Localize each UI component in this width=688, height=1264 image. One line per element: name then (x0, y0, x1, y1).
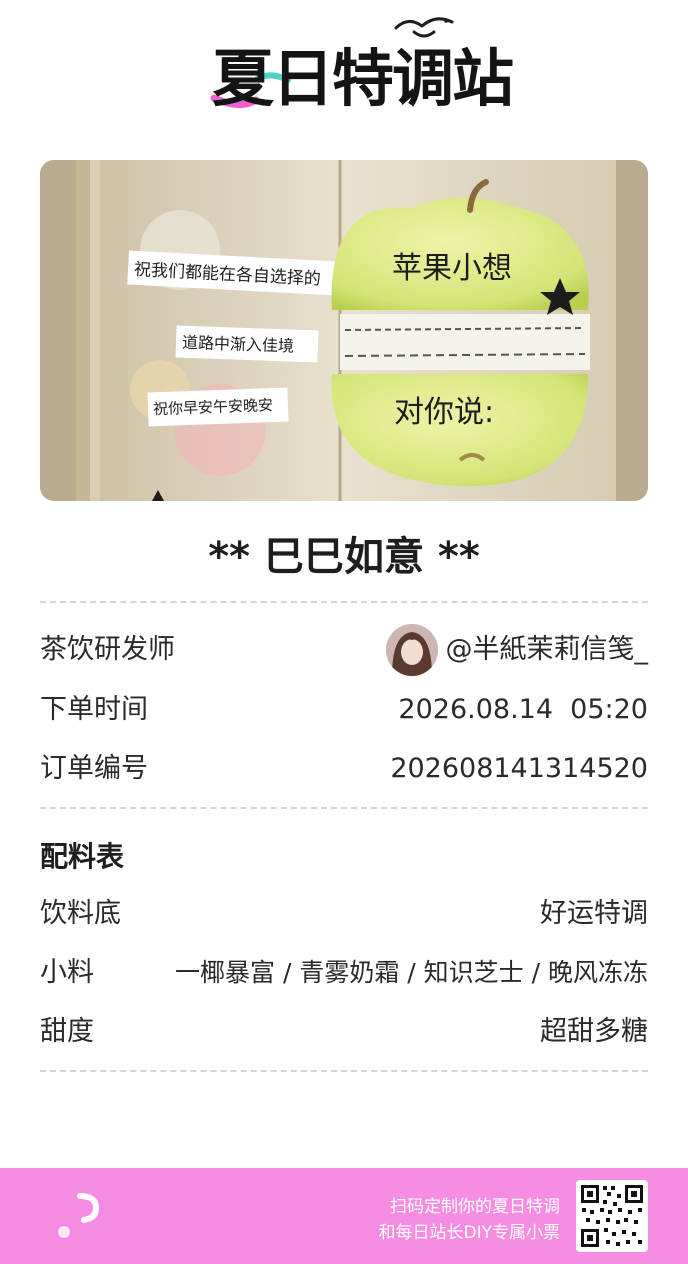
seagull-icon (394, 17, 454, 38)
sweetness-value: 超甜多糖 (540, 1016, 648, 1047)
toppings-value: 一椰暴富 / 青雾奶霜 / 知识芝士 / 晚风冻冻 (175, 958, 648, 987)
sweetness-row: 甜度 超甜多糖 (40, 1012, 648, 1052)
order-id-row: 订单编号 202608141314520 (40, 749, 648, 789)
photo-note-strip-3: 祝你早安午安晚安 (147, 387, 289, 427)
sweetness-label: 甜度 (40, 1016, 94, 1047)
footer-line-2: 和每日站长DIY专属小票 (378, 1223, 561, 1243)
order-time-label: 下单时间 (40, 694, 148, 725)
creator-info[interactable]: @半紙茉莉信笺_ (385, 624, 649, 676)
svg-text:苹果小想: 苹果小想 (392, 251, 512, 286)
logo-title: 夏日特调站 (212, 42, 514, 115)
divider (40, 601, 648, 603)
divider (40, 807, 648, 809)
base-label: 饮料底 (40, 898, 121, 929)
creator-row: 茶饮研发师 @半紙茉莉信笺_ (40, 624, 648, 676)
svg-text:对你说:: 对你说: (394, 395, 494, 430)
hero-photo: 祝我们都能在各自选择的 道路中渐入佳境 祝你早安午安晚安 苹果小想 对你说: (40, 160, 648, 501)
order-id-label: 订单编号 (40, 753, 148, 784)
toppings-label: 小料 (40, 957, 94, 988)
footer-line-1: 扫码定制你的夏日特调 (390, 1197, 560, 1217)
toppings-row: 小料 一椰暴富 / 青雾奶霜 / 知识芝士 / 晚风冻冻 (40, 953, 648, 993)
order-time-value: 2026.08.14 05:20 (398, 694, 648, 725)
recipe-title: 配料表 (40, 840, 125, 873)
footer-promo-text: 扫码定制你的夏日特调 和每日站长DIY专属小票 (379, 1194, 561, 1246)
brand-mark-icon (58, 1193, 100, 1238)
order-time-row: 下单时间 2026.08.14 05:20 (40, 690, 648, 730)
qr-code-icon[interactable] (576, 1180, 648, 1252)
drink-title: ** 巳巳如意 ** (208, 534, 480, 580)
base-value: 好运特调 (540, 898, 648, 929)
creator-label: 茶饮研发师 (40, 634, 175, 665)
svg-text:道路中渐入佳境: 道路中渐入佳境 (182, 333, 295, 356)
header-logo: 夏日特调站 (0, 0, 688, 140)
footer-banner: 扫码定制你的夏日特调 和每日站长DIY专属小票 (0, 1168, 688, 1264)
order-id-value: 202608141314520 (390, 753, 648, 784)
avatar[interactable] (385, 624, 438, 676)
base-row: 饮料底 好运特调 (40, 894, 648, 934)
divider (40, 1070, 648, 1072)
photo-note-strip-2: 道路中渐入佳境 (175, 325, 319, 363)
creator-name[interactable]: @半紙茉莉信笺_ (446, 630, 649, 670)
apple-illustration: 苹果小想 对你说: (331, 179, 590, 487)
